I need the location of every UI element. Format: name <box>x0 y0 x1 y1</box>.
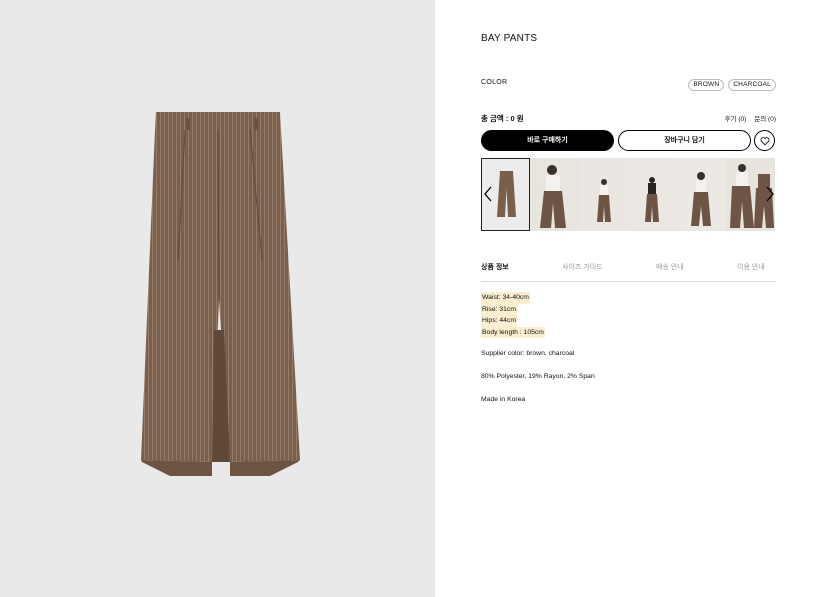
spec-body-length: Body length : 105cm <box>481 326 545 338</box>
color-label: COLOR <box>481 79 508 86</box>
thumbnail-5[interactable] <box>677 158 726 231</box>
measurements-list: Waist: 34-40cm Rise: 31cm Hips: 44cm Bod… <box>481 292 545 338</box>
tab-shipping[interactable]: 배송 안내 <box>656 262 684 272</box>
review-links: 후기 (0) 문의 (0) <box>725 113 776 123</box>
color-option-charcoal[interactable]: CHARCOAL <box>728 79 776 91</box>
wishlist-button[interactable] <box>754 130 775 151</box>
thumbnail-carousel <box>481 158 776 231</box>
model-photo-icon <box>628 158 677 231</box>
fabric-composition: 80% Polyester, 19% Rayon, 2% Span <box>481 373 595 380</box>
tab-product-info[interactable]: 상품 정보 <box>481 262 509 272</box>
product-info-panel: BAY PANTS COLOR BROWN CHARCOAL 총 금액 : 0 … <box>481 0 776 597</box>
qna-link[interactable]: 문의 (0) <box>754 113 776 123</box>
model-photo-icon <box>530 158 579 231</box>
color-option-brown[interactable]: BROWN <box>688 79 725 91</box>
spec-waist: Waist: 34-40cm <box>481 292 530 304</box>
carousel-prev-button[interactable] <box>483 186 493 202</box>
thumbnail-4[interactable] <box>628 158 677 231</box>
product-title: BAY PANTS <box>481 33 538 44</box>
model-photo-icon <box>677 158 726 231</box>
origin: Made in Korea <box>481 396 526 403</box>
supplier-color: Supplier color: brown, charcoal <box>481 350 575 357</box>
thumbnail-2[interactable] <box>530 158 579 231</box>
carousel-next-button[interactable] <box>765 186 775 202</box>
add-to-cart-button[interactable]: 장바구니 담기 <box>618 130 751 151</box>
pants-illustration <box>141 112 300 476</box>
reviews-link[interactable]: 후기 (0) <box>725 113 747 123</box>
buy-now-button[interactable]: 바로 구매하기 <box>481 130 614 151</box>
spec-hips: Hips: 44cm <box>481 315 517 327</box>
chevron-right-icon <box>766 186 774 202</box>
tab-size-guide[interactable]: 사이즈 가이드 <box>562 262 603 272</box>
model-photo-icon <box>579 158 628 231</box>
heart-icon <box>760 137 770 146</box>
info-tabs: 상품 정보 사이즈 가이드 배송 안내 이용 안내 <box>481 262 776 282</box>
thumbnail-3[interactable] <box>579 158 628 231</box>
total-price: 총 금액 : 0 원 <box>481 114 524 123</box>
color-options: BROWN CHARCOAL <box>688 79 776 91</box>
spec-rise: Rise: 31cm <box>481 303 517 315</box>
product-main-image <box>0 0 435 597</box>
chevron-left-icon <box>484 186 492 202</box>
tab-usage[interactable]: 이용 안내 <box>737 262 765 272</box>
